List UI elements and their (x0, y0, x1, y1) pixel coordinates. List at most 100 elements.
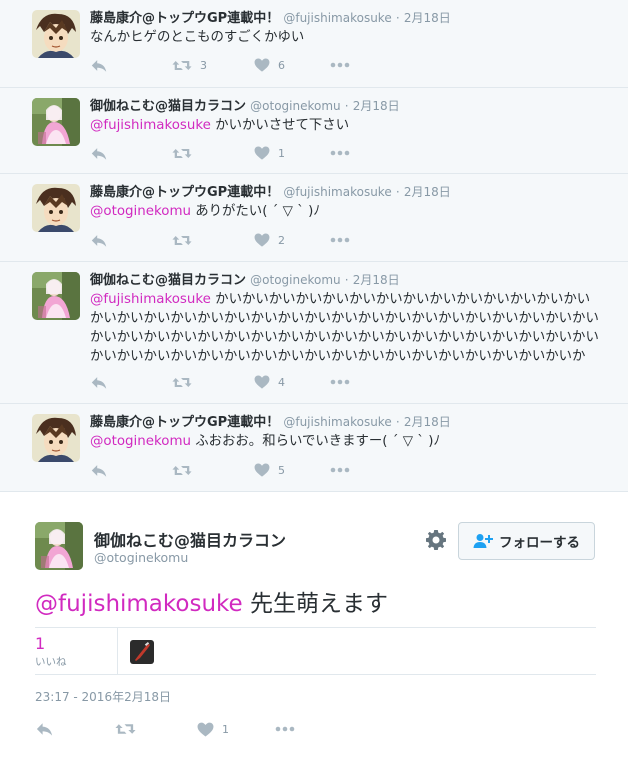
like-button[interactable]: 5 (254, 461, 285, 479)
tweet-stats: 1 いいね (35, 627, 596, 675)
heart-icon (254, 58, 270, 72)
more-icon (330, 62, 350, 68)
retweet-icon (172, 375, 192, 390)
add-user-icon (473, 534, 493, 548)
user-handle[interactable]: @otoginekomu (94, 550, 188, 565)
reply-icon (90, 463, 108, 478)
avatar[interactable] (32, 98, 80, 146)
tweet-item[interactable]: 藤島康介@トップウGP連載中！ @fujishimakosuke · 2月18日… (0, 174, 628, 262)
heart-icon (254, 233, 270, 247)
reply-icon (35, 721, 54, 737)
tweet-header: 御伽ねこむ@猫目カラコン @otoginekomu · 2月18日 (90, 272, 400, 289)
reply-icon (90, 233, 108, 248)
mention-link[interactable]: @fujishimakosuke (90, 118, 211, 133)
follow-button[interactable]: フォローする (458, 522, 595, 560)
avatar[interactable] (32, 272, 80, 320)
like-count: 5 (278, 463, 285, 477)
more-icon (275, 726, 295, 732)
retweet-button[interactable]: 3 (172, 56, 207, 74)
timestamp[interactable]: 2月18日 (404, 415, 451, 429)
settings-button[interactable] (424, 528, 448, 552)
timestamp[interactable]: 2月18日 (353, 273, 400, 287)
like-count: 6 (278, 58, 285, 72)
tweet-body: ありがたい( ´ ▽ ` )ﾉ (190, 204, 321, 219)
mention-link[interactable]: @fujishimakosuke (90, 292, 211, 307)
more-icon (330, 467, 350, 473)
like-button[interactable]: 1 (254, 144, 285, 162)
like-count: 4 (278, 375, 285, 389)
separator: · (344, 273, 349, 287)
display-name[interactable]: 藤島康介@トップウGP連載中！ (90, 185, 279, 200)
retweet-button[interactable] (172, 373, 200, 391)
user-handle[interactable]: @fujishimakosuke (283, 185, 391, 199)
more-button[interactable] (330, 56, 350, 74)
like-button[interactable]: 6 (254, 56, 285, 74)
mention-link[interactable]: @fujishimakosuke (35, 591, 243, 617)
reply-button[interactable] (90, 144, 108, 162)
reply-icon (90, 146, 108, 161)
mention-link[interactable]: @otoginekomu (90, 204, 191, 219)
conversation-thread: 藤島康介@トップウGP連載中！ @fujishimakosuke · 2月18日… (0, 0, 628, 492)
retweet-icon (115, 721, 136, 737)
display-name[interactable]: 藤島康介@トップウGP連載中！ (90, 11, 279, 26)
more-button[interactable] (330, 461, 350, 479)
retweet-icon (172, 58, 192, 73)
display-name[interactable]: 藤島康介@トップウGP連載中！ (90, 415, 279, 430)
more-icon (330, 150, 350, 156)
user-handle[interactable]: @fujishimakosuke (283, 415, 391, 429)
gear-icon (426, 530, 446, 550)
follow-label: フォローする (499, 535, 580, 551)
tweet-item[interactable]: 藤島康介@トップウGP連載中！ @fujishimakosuke · 2月18日… (0, 0, 628, 88)
tweet-header: 御伽ねこむ@猫目カラコン @otoginekomu · 2月18日 (90, 98, 400, 115)
mention-link[interactable]: @otoginekomu (90, 434, 191, 449)
tweet-text: @otoginekomu ありがたい( ´ ▽ ` )ﾉ (90, 202, 600, 221)
tweet-body: なんかヒゲのとこものすごくかゆい (90, 30, 305, 45)
more-button[interactable] (330, 144, 350, 162)
tweet-body: ふおおお。和らいでいきますー( ´ ▽ ` )ﾉ (190, 434, 441, 449)
retweet-icon (172, 463, 192, 478)
retweet-button[interactable] (172, 461, 200, 479)
tweet-item[interactable]: 御伽ねこむ@猫目カラコン @otoginekomu · 2月18日 @fujis… (0, 88, 628, 174)
more-button[interactable] (275, 720, 295, 738)
tweet-item[interactable]: 藤島康介@トップウGP連載中！ @fujishimakosuke · 2月18日… (0, 404, 628, 492)
heart-icon (254, 375, 270, 389)
display-name[interactable]: 御伽ねこむ@猫目カラコン (94, 527, 286, 551)
reply-icon (90, 375, 108, 390)
more-icon (330, 379, 350, 385)
like-button[interactable]: 2 (254, 231, 285, 249)
timestamp[interactable]: 2月18日 (404, 11, 451, 25)
reply-button[interactable] (90, 461, 108, 479)
avatar[interactable] (35, 522, 83, 570)
reply-button[interactable] (35, 720, 54, 738)
like-count: 1 (222, 722, 229, 736)
tweet-text: @fujishimakosuke 先生萌えます (35, 584, 388, 618)
retweet-button[interactable] (115, 720, 136, 738)
separator: · (395, 11, 400, 25)
timestamp[interactable]: 2月18日 (353, 99, 400, 113)
retweet-button[interactable] (172, 144, 200, 162)
retweet-count: 3 (200, 58, 207, 72)
tweet-timestamp: 23:17 - 2016年2月18日 (35, 690, 171, 704)
timestamp[interactable]: 2月18日 (404, 185, 451, 199)
liker-avatar[interactable] (130, 640, 154, 664)
display-name[interactable]: 御伽ねこむ@猫目カラコン (90, 99, 246, 114)
likes-label[interactable]: いいね (35, 654, 67, 669)
more-button[interactable] (330, 231, 350, 249)
heart-icon (254, 146, 270, 160)
avatar[interactable] (32, 414, 80, 462)
tweet-item[interactable]: 御伽ねこむ@猫目カラコン @otoginekomu · 2月18日 @fujis… (0, 262, 628, 404)
like-button[interactable]: 4 (254, 373, 285, 391)
retweet-button[interactable] (172, 231, 200, 249)
display-name[interactable]: 御伽ねこむ@猫目カラコン (90, 273, 246, 288)
likes-count[interactable]: 1 (35, 634, 45, 653)
reply-button[interactable] (90, 231, 108, 249)
like-button[interactable]: 1 (197, 720, 229, 738)
avatar[interactable] (32, 184, 80, 232)
avatar[interactable] (32, 10, 80, 58)
reply-button[interactable] (90, 56, 108, 74)
more-button[interactable] (330, 373, 350, 391)
user-handle[interactable]: @fujishimakosuke (283, 11, 391, 25)
reply-button[interactable] (90, 373, 108, 391)
user-handle[interactable]: @otoginekomu (250, 99, 341, 113)
user-handle[interactable]: @otoginekomu (250, 273, 341, 287)
